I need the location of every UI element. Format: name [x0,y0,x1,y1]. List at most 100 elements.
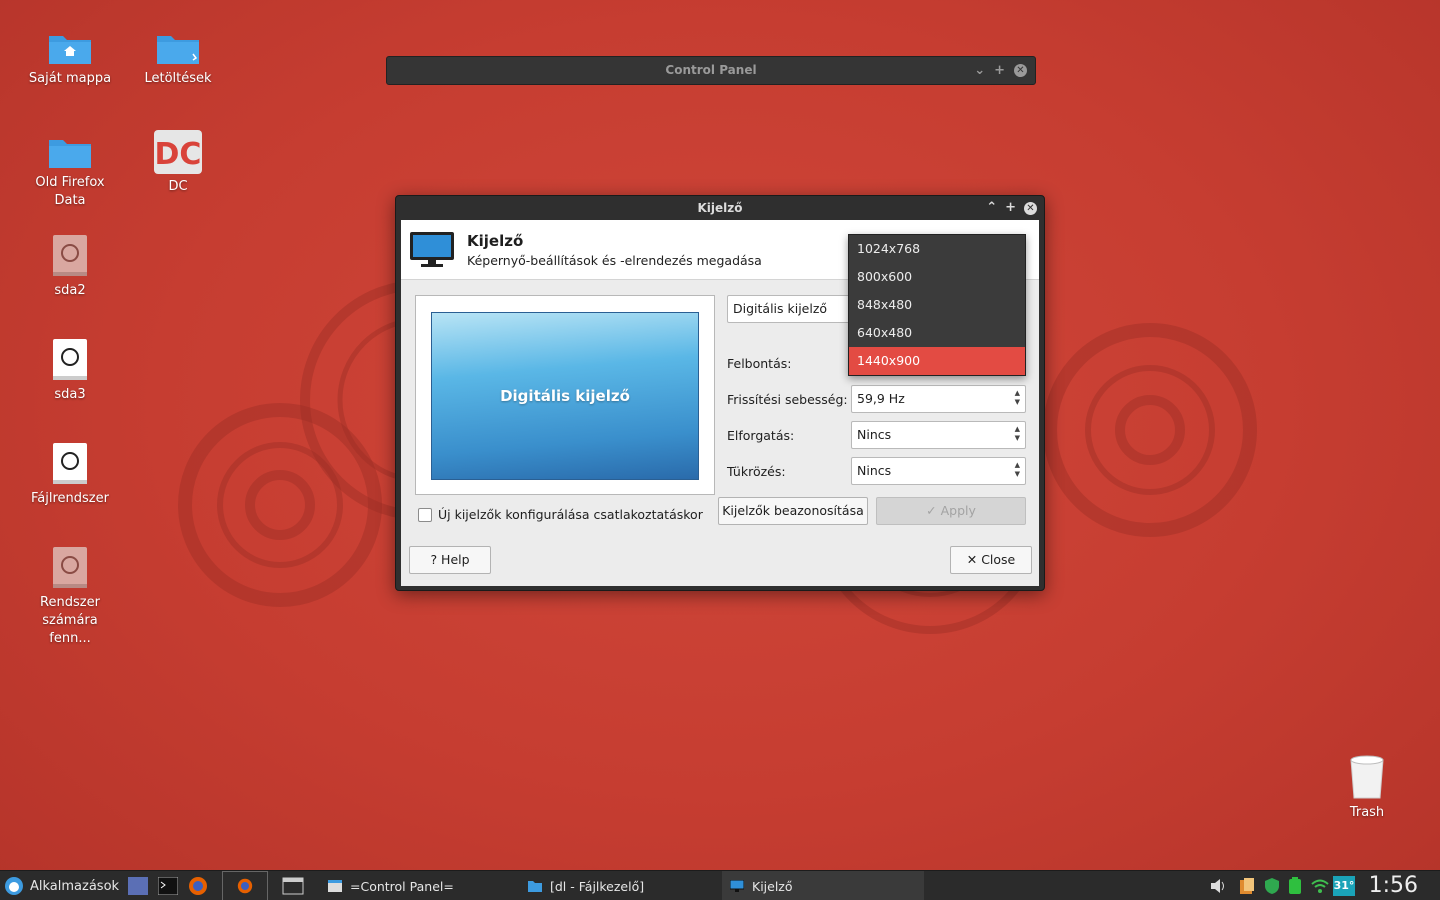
identify-displays-button[interactable]: Kijelzők beazonosítása [718,497,868,525]
monitor-icon [730,880,744,892]
desktop-icon-label: Letöltések [144,71,212,86]
display-select-value: Digitális kijelző [733,301,828,316]
drive-icon [53,547,87,588]
desktop-icon-label: Trash [1349,805,1385,820]
resolution-option[interactable]: 800x600 [849,263,1025,291]
window-icon [328,880,342,892]
refresh-rate-label: Frissítési sebesség: [727,392,848,407]
close-label: Close [981,552,1016,567]
desktop-icon-old-firefox[interactable]: Old Firefox Data [20,134,120,210]
close-icon[interactable]: ✕ [1014,64,1027,77]
identify-displays-label: Kijelzők beazonosítása [722,503,864,518]
launcher-terminal[interactable] [158,871,178,900]
refresh-rate-value: 59,9 Hz [857,391,905,406]
terminal-icon [158,877,178,895]
firefox-icon [237,878,253,894]
taskbar: Alkalmazások =Control Panel= [dl - Fájlk… [0,870,1440,900]
launcher-firefox[interactable] [188,871,208,900]
configure-new-displays-option[interactable]: Új kijelzők konfigurálása csatlakoztatás… [418,507,703,522]
trash-icon [1350,755,1384,799]
rotation-select[interactable]: Nincs ▲ ▼ [851,421,1026,449]
shield-icon[interactable] [1263,877,1281,895]
desktop-icon-trash[interactable]: Trash [1317,754,1417,822]
task-display[interactable]: Kijelző [722,871,924,900]
launcher-files[interactable] [128,871,148,900]
desktop-icon-label: Old Firefox Data [35,175,105,208]
desktop-icon-label: Rendszer számára fenn... [40,595,100,646]
task-label: =Control Panel= [350,878,454,894]
desktop-icon [282,877,304,895]
drive-icon [53,235,87,276]
reflection-label: Tükrözés: [727,464,786,479]
desktop-icon-sda2[interactable]: sda2 [20,234,120,300]
desktop-icon-label: Saját mappa [28,71,112,86]
firefox-icon [189,877,207,895]
applications-menu-label: Alkalmazások [30,878,120,894]
show-desktop[interactable] [282,871,304,900]
workspace-switcher[interactable] [222,871,268,900]
task-file-manager[interactable]: [dl - Fájlkezelő] [520,871,720,900]
resolution-dropdown[interactable]: 1024x768 800x600 848x480 640x480 1440x90… [848,234,1026,376]
weather-indicator[interactable]: 31° [1333,876,1355,896]
configure-new-displays-label: Új kijelzők konfigurálása csatlakoztatás… [438,507,703,522]
dialog-title: Kijelző [697,201,743,215]
dialog-titlebar[interactable]: Kijelző ⌃ + ✕ [396,196,1044,220]
desktop-icon-home[interactable]: Saját mappa [20,30,120,88]
refresh-rate-select[interactable]: 59,9 Hz ▲ ▼ [851,385,1026,413]
spin-arrows-icon: ▲ ▼ [1014,389,1020,406]
clipboard-icon[interactable] [1238,877,1256,895]
spin-arrows-icon: ▲ ▼ [1014,425,1020,442]
dc-app-icon: DC [154,130,202,174]
maximize-icon[interactable]: + [1005,196,1016,220]
maximize-icon[interactable]: + [994,57,1005,84]
monitor-icon [410,232,454,267]
desktop-icon-filesystem[interactable]: Fájlrendszer [20,442,120,508]
weather-temperature: 31° [1333,879,1355,892]
desktop-icon-sda3[interactable]: sda3 [20,338,120,404]
window-icon [128,877,148,895]
resolution-label: Felbontás: [727,356,792,371]
folder-icon [49,140,91,168]
desktop-icon-label: Fájlrendszer [31,491,109,506]
close-icon: ✕ [966,552,982,567]
check-icon: ✓ [926,503,941,518]
apply-button[interactable]: ✓ Apply [876,497,1026,525]
resolution-option[interactable]: 848x480 [849,291,1025,319]
desktop-icon-label: sda3 [54,387,86,402]
minimize-icon[interactable]: ⌃ [986,196,997,220]
task-control-panel[interactable]: =Control Panel= [320,871,520,900]
display-preview-screen[interactable]: Digitális kijelző [431,312,699,480]
drive-icon [53,443,87,484]
reflection-value: Nincs [857,463,892,478]
applications-menu[interactable]: Alkalmazások [4,871,119,900]
svg-text:DC: DC [155,137,202,172]
volume-icon[interactable] [1209,877,1227,895]
control-panel-title: Control Panel [665,63,757,77]
desktop-icon-label: sda2 [54,283,86,298]
close-button[interactable]: ✕ Close [950,546,1032,574]
mouse-logo-icon [5,877,23,895]
wifi-icon[interactable] [1310,877,1330,895]
desktop-icon-dc[interactable]: DC DC [128,130,228,196]
task-label: Kijelző [752,878,793,894]
clock[interactable]: 1:56 [1369,871,1418,900]
desktop-icon-reserved[interactable]: Rendszer számára fenn... [20,546,120,648]
spin-arrows-icon: ▲ ▼ [1014,461,1020,478]
resolution-option[interactable]: 640x480 [849,319,1025,347]
battery-icon[interactable] [1287,877,1303,895]
resolution-option[interactable]: 1024x768 [849,235,1025,263]
help-button[interactable]: ? Help [409,546,491,574]
help-label: Help [441,552,470,567]
control-panel-window[interactable]: Control Panel ⌄ + ✕ [386,56,1036,85]
header-subtitle: Képernyő-beállítások és -elrendezés mega… [467,253,762,268]
task-label: [dl - Fájlkezelő] [550,878,645,894]
desktop-icon-label: DC [168,179,188,194]
configure-new-displays-checkbox[interactable] [418,507,432,522]
display-preview: Digitális kijelző [415,295,715,495]
chevron-down-icon[interactable]: ⌄ [974,57,985,84]
close-icon[interactable]: ✕ [1024,201,1037,215]
reflection-select[interactable]: Nincs ▲ ▼ [851,457,1026,485]
desktop-icon-downloads[interactable]: Letöltések [128,30,228,88]
question-icon: ? [430,552,442,567]
resolution-option-selected[interactable]: 1440x900 [849,347,1025,375]
